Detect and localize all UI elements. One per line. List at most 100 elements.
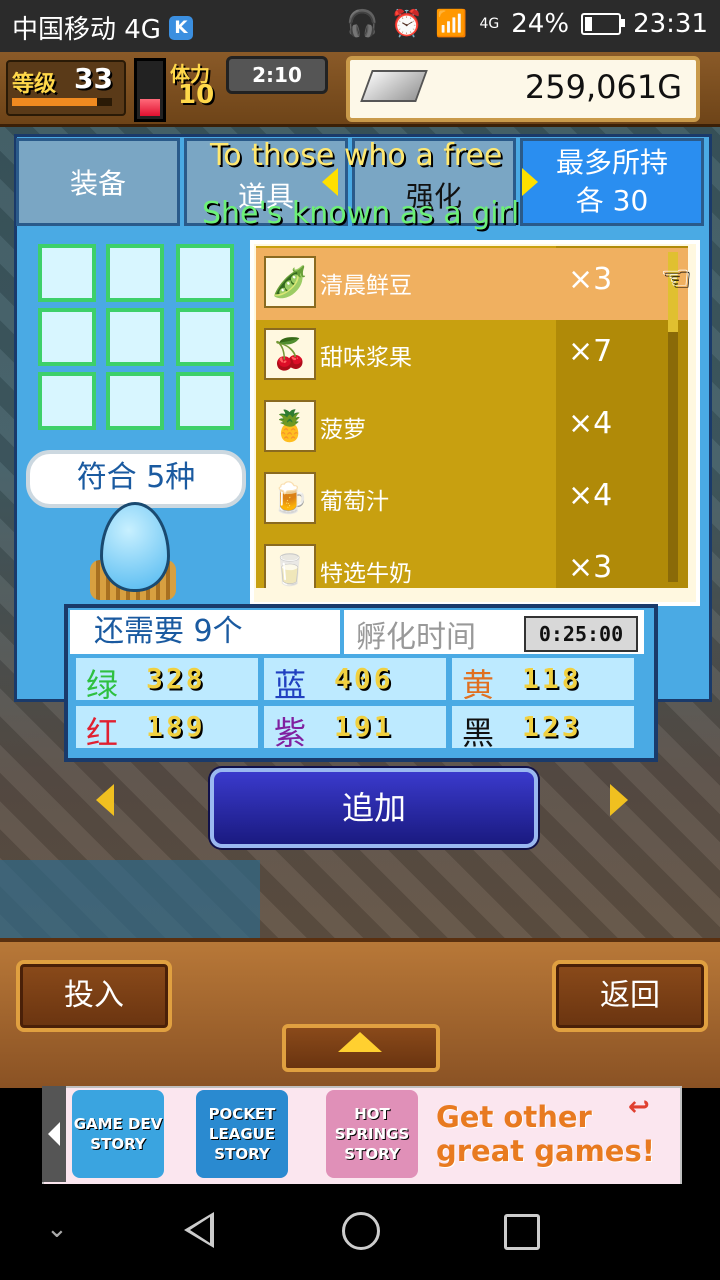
ad-game-tile[interactable]: GAME DEV STORY <box>72 1090 164 1178</box>
tab-arrow-right-icon[interactable] <box>522 168 538 196</box>
add-button[interactable]: 追加 <box>210 768 538 848</box>
item-qty: ×7 <box>568 334 613 369</box>
stamina-gauge <box>134 58 166 122</box>
item-qty: ×3 <box>568 550 613 585</box>
match-count-badge: 符合 5种 <box>26 450 246 508</box>
level-progress-fill <box>12 98 97 106</box>
timer-display: 2:10 <box>226 56 328 94</box>
hatch-time-label: 孵化时间 <box>356 620 476 655</box>
stat-label: 绿 <box>86 666 119 704</box>
carrier-label: 中国移动 4G <box>12 15 161 45</box>
needed-count: 还需要 9个 <box>70 610 340 654</box>
tab-equip[interactable]: 装备 <box>16 138 180 226</box>
silver-bar-icon <box>360 70 428 102</box>
max-held-value: 各 30 <box>575 184 649 217</box>
item-name: 特选牛奶 <box>320 561 412 587</box>
max-held-info: 最多所持 各 30 <box>520 138 704 226</box>
ad-game-subtitle: STORY <box>344 1145 400 1163</box>
ad-game-tile[interactable]: POCKET LEAGUE STORY <box>196 1090 288 1178</box>
headphones-icon: 🎧 <box>346 9 379 39</box>
level-label: 等级 <box>12 72 57 97</box>
ad-game-subtitle: STORY <box>90 1135 146 1153</box>
pineapple-icon: 🍍 <box>264 400 316 452</box>
ingredient-slot[interactable] <box>106 244 164 302</box>
item-name: 清晨鲜豆 <box>320 273 412 299</box>
stat-value: 118 <box>522 662 582 695</box>
prev-arrow-icon[interactable] <box>96 784 114 816</box>
alarm-icon: ⏰ <box>390 9 424 39</box>
stat-value: 191 <box>334 710 394 743</box>
chevron-left-icon <box>48 1122 60 1146</box>
battery-percent: 24% <box>511 9 570 39</box>
water-tiles <box>0 860 260 940</box>
next-arrow-icon[interactable] <box>610 784 628 816</box>
ad-game-title: POCKET LEAGUE <box>208 1105 276 1143</box>
nav-home-icon[interactable] <box>342 1212 380 1250</box>
list-item[interactable]: 🍒 甜味浆果 ×7 <box>256 320 688 392</box>
network-label: 4G <box>479 16 500 32</box>
ad-game-subtitle: STORY <box>214 1145 270 1163</box>
return-arrow-icon: ↩ <box>628 1092 650 1122</box>
list-item[interactable]: 🍍 菠萝 ×4 <box>256 392 688 464</box>
list-item[interactable]: 🍺 葡萄汁 ×4 <box>256 464 688 536</box>
level-value: 33 <box>74 62 113 95</box>
list-item[interactable]: 🫛 清晨鲜豆 ×3 <box>256 248 688 320</box>
stat-value: 123 <box>522 710 582 743</box>
stat-value: 406 <box>334 662 394 695</box>
ad-game-tile[interactable]: HOT SPRINGS STORY <box>326 1090 418 1178</box>
item-name: 菠萝 <box>320 417 366 443</box>
ingredient-slot[interactable] <box>106 308 164 366</box>
ingredient-slot[interactable] <box>106 372 164 430</box>
chevron-up-icon <box>338 1032 382 1052</box>
juice-icon: 🍺 <box>264 472 316 524</box>
ticket-count: 10 <box>178 80 215 110</box>
stat-green: 绿 328 <box>76 658 258 704</box>
stamina-gauge-fill <box>140 98 160 116</box>
stat-label: 黄 <box>462 666 495 704</box>
hand-pointer-icon: ☜ <box>660 258 691 298</box>
max-held-label: 最多所持 <box>555 146 668 179</box>
nav-recents-icon[interactable] <box>504 1214 540 1250</box>
wifi-icon: 📶 <box>435 9 468 39</box>
ingredient-slot[interactable] <box>176 372 234 430</box>
ingredient-slot[interactable] <box>176 308 234 366</box>
item-name: 甜味浆果 <box>320 345 412 371</box>
item-qty: ×3 <box>568 262 613 297</box>
money-value: 259,061G <box>524 68 682 106</box>
item-name: 葡萄汁 <box>320 489 389 515</box>
battery-level <box>585 17 592 31</box>
item-qty: ×4 <box>568 478 613 513</box>
hatch-time-value: 0:25:00 <box>524 616 638 652</box>
put-in-button[interactable]: 投入 <box>16 960 172 1032</box>
stat-purple: 紫 191 <box>264 706 446 752</box>
stat-red: 红 189 <box>76 706 258 752</box>
stat-label: 紫 <box>274 714 307 752</box>
ingredient-slot[interactable] <box>38 308 96 366</box>
back-button[interactable]: 返回 <box>552 960 708 1032</box>
status-bar: 中国移动 4G K 🎧 ⏰ 📶 4G 24% 23:31 <box>0 0 720 52</box>
stat-label: 黑 <box>462 714 495 752</box>
list-item[interactable]: 🥛 特选牛奶 ×3 <box>256 536 688 588</box>
carrier-badge-icon: K <box>168 15 193 40</box>
level-progress-bar <box>12 98 112 106</box>
stat-yellow: 黄 118 <box>452 658 634 704</box>
chevron-down-icon[interactable]: ⌄ <box>46 1214 68 1244</box>
overlay-text-2: She's known as a girl <box>202 196 520 231</box>
stat-label: 蓝 <box>274 666 307 704</box>
stat-value: 328 <box>146 662 206 695</box>
battery-icon <box>581 13 626 35</box>
clock: 23:31 <box>633 9 708 39</box>
bean-icon: 🫛 <box>264 256 316 308</box>
item-qty: ×4 <box>568 406 613 441</box>
overlay-text-1: To those who a free <box>210 138 503 173</box>
ingredient-slot[interactable] <box>176 244 234 302</box>
stat-value: 189 <box>146 710 206 743</box>
stat-label: 红 <box>86 714 119 752</box>
ad-game-title: HOT SPRINGS <box>334 1105 410 1143</box>
milk-icon: 🥛 <box>264 544 316 588</box>
ingredient-slot[interactable] <box>38 372 96 430</box>
ingredient-slot[interactable] <box>38 244 96 302</box>
ad-game-title: GAME DEV <box>73 1115 163 1133</box>
stat-blue: 蓝 406 <box>264 658 446 704</box>
berry-icon: 🍒 <box>264 328 316 380</box>
